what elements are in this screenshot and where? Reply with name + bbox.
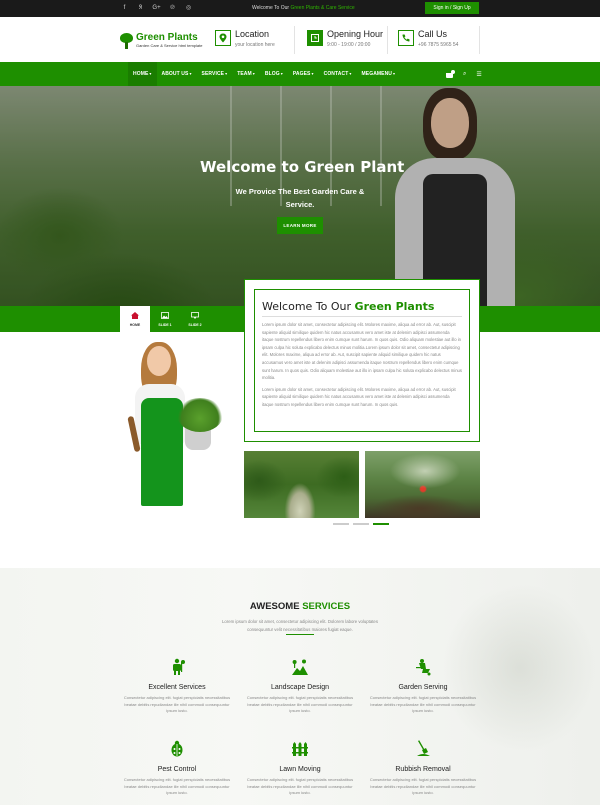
welcome-box: Welcome To Our Green Plants Lorem ipsum … — [244, 279, 480, 442]
clock-icon — [307, 30, 323, 46]
service-name: Excellent Services — [148, 684, 206, 691]
garden-path-photo — [244, 451, 359, 518]
tab-home[interactable]: HOME — [120, 306, 150, 332]
welcome-message: Welcome To Our Green Plants & Care Servi… — [252, 5, 355, 11]
hours-sub: 9:00 - 19:00 / 20:00 — [327, 42, 371, 48]
home-icon — [131, 312, 139, 319]
tab-slide-1-label: SLIDE 1 — [158, 323, 172, 327]
gardener-icon — [173, 658, 185, 675]
sprinkler-photo — [365, 451, 480, 518]
pinterest-icon[interactable]: ℗ — [168, 4, 177, 12]
nav-item-about-us[interactable]: ABOUT US▾ — [157, 62, 197, 86]
slider-tabs: HOME SLIDE 1 SLIDE 2 — [120, 306, 210, 332]
service-desc: Consectetur adipiscing elit. fugiat pers… — [123, 777, 231, 795]
nav-tools: ⌕ ☰ — [446, 62, 482, 86]
location-title: Location — [235, 29, 270, 39]
logo-tagline: Garden Care & Service html template — [136, 43, 203, 48]
site-header: Green Plants Garden Care & Service html … — [0, 17, 600, 62]
nav-item-contact[interactable]: CONTACT▾ — [319, 62, 357, 86]
services-title: AWESOME SERVICES — [249, 601, 351, 612]
nav-items: HOME▾ ABOUT US▾ SERVICE▾ TEAM▾ BLOG▾ PAG… — [128, 62, 400, 86]
hero-title: Welcome to Green Plant — [200, 158, 405, 176]
service-desc: Consectetur adipiscing elit. fugiat pers… — [123, 695, 231, 713]
nav-item-blog[interactable]: BLOG▾ — [260, 62, 288, 86]
hours-title: Opening Hour — [327, 29, 384, 39]
service-desc: Consectetur adipiscing elit. fugiat pers… — [369, 777, 477, 795]
rss-icon[interactable]: ᖆ — [136, 4, 145, 12]
search-icon[interactable]: ⌕ — [463, 71, 466, 78]
map-pin-icon — [215, 30, 231, 46]
divider — [479, 26, 480, 54]
wheelbarrow-icon — [416, 659, 431, 676]
welcome-title: Welcome To Our Green Plants — [262, 300, 435, 313]
slider-dot[interactable] — [333, 523, 349, 525]
services-section: AWESOME SERVICES Lorem ipsum dolor sit a… — [0, 568, 600, 805]
tree-icon — [120, 33, 133, 49]
main-nav: HOME▾ ABOUT US▾ SERVICE▾ TEAM▾ BLOG▾ PAG… — [0, 62, 600, 86]
fence-icon — [292, 742, 308, 756]
call-sub: +96 7875 5965 54 — [418, 42, 459, 48]
service-desc: Consectetur adipiscing elit. fugiat pers… — [246, 695, 354, 713]
tab-slide-1[interactable]: SLIDE 1 — [150, 306, 180, 332]
nav-item-megamenu[interactable]: MEGAMENU▾ — [357, 62, 401, 86]
phone-icon — [398, 30, 414, 46]
service-name: Rubbish Removal — [395, 766, 451, 773]
shovel-icon — [417, 740, 430, 756]
google-plus-icon[interactable]: G+ — [152, 4, 161, 12]
logo[interactable]: Green Plants Garden Care & Service html … — [120, 33, 202, 49]
service-name: Lawn Moving — [279, 766, 321, 773]
services-intro: Lorem ipsum dolor sit amet, consectetur … — [222, 619, 378, 632]
title-divider — [262, 316, 462, 317]
signin-button[interactable]: Sign in / Sign Up — [425, 2, 479, 14]
nav-item-team[interactable]: TEAM▾ — [232, 62, 260, 86]
facebook-icon[interactable]: f — [120, 4, 129, 12]
tab-home-label: HOME — [129, 323, 141, 327]
service-desc: Consectetur adipiscing elit. fugiat pers… — [246, 777, 354, 795]
service-name: Pest Control — [157, 766, 197, 773]
service-desc: Consectetur adipiscing elit. fugiat pers… — [369, 695, 477, 713]
slider-dot-active[interactable] — [373, 523, 389, 525]
welcome-paragraph-2: Lorem ipsum dolor sit amet, consectetur … — [262, 386, 456, 407]
welcome-paragraph-1: Lorem ipsum dolor sit amet, consectetur … — [262, 322, 462, 381]
welcome-highlight: Green Plants & Care Service — [290, 5, 355, 11]
welcome-prefix: Welcome To Our — [252, 5, 290, 11]
instagram-icon[interactable]: ◎ — [184, 4, 193, 12]
divider — [387, 26, 388, 54]
picture-icon — [161, 312, 169, 319]
nav-item-service[interactable]: SERVICE▾ — [197, 62, 233, 86]
social-links: f ᖆ G+ ℗ ◎ — [120, 4, 193, 12]
top-bar: f ᖆ G+ ℗ ◎ Welcome To Our Green Plants &… — [0, 0, 600, 17]
slider-pagination — [333, 523, 389, 525]
nav-item-pages[interactable]: PAGES▾ — [288, 62, 319, 86]
divider — [294, 26, 295, 54]
menu-icon[interactable]: ☰ — [476, 71, 481, 78]
tab-slide-2[interactable]: SLIDE 2 — [180, 306, 210, 332]
service-name: Landscape Design — [271, 684, 329, 691]
bug-icon — [171, 740, 183, 757]
logo-name: Green Plants — [136, 32, 198, 43]
learn-more-button[interactable]: LEARN MORE — [277, 217, 323, 234]
call-title: Call Us — [418, 29, 448, 39]
slider-dot[interactable] — [353, 523, 369, 525]
nav-item-home[interactable]: HOME▾ — [128, 62, 157, 86]
gardener-woman-image — [125, 340, 230, 508]
welcome-box-inner: Welcome To Our Green Plants Lorem ipsum … — [254, 289, 470, 432]
hero-subtitle: We Provice The Best Garden Care & Servic… — [235, 187, 365, 209]
location-sub: your location here — [235, 42, 275, 48]
cart-icon[interactable] — [446, 69, 455, 78]
services-underline — [286, 634, 314, 635]
service-name: Garden Serving — [398, 684, 448, 691]
monitor-icon — [191, 312, 199, 319]
tab-slide-2-label: SLIDE 2 — [188, 323, 202, 327]
landscape-icon — [292, 659, 308, 675]
